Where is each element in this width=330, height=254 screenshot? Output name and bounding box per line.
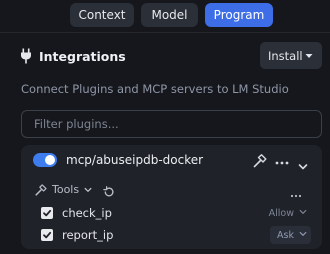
install-label: Install [268,48,303,63]
tool-checkbox[interactable] [41,229,53,241]
plugin-name: mcp/abuseipdb-docker [66,153,204,167]
permission-label: Allow [268,207,294,219]
check-icon [43,231,52,239]
divider [0,32,330,33]
tool-row-report-ip: report_ip Ask [41,226,311,244]
integrations-description: Connect Plugins and MCP servers to LM St… [21,82,289,96]
chevron-down-icon [299,230,307,241]
permission-label: Ask [277,229,294,241]
tab-model[interactable]: Model [141,3,198,27]
more-icon[interactable] [275,154,289,173]
chevron-down-icon [84,186,92,194]
wrench-icon [35,183,47,196]
tool-checkbox[interactable] [41,207,53,219]
tab-context[interactable]: Context [70,3,134,27]
check-icon [43,209,52,217]
integrations-header: Integrations Install [20,41,322,71]
tools-dropdown[interactable]: Tools [35,183,92,196]
chevron-down-icon [304,50,314,64]
chevron-down-icon[interactable] [298,156,308,175]
filter-plugins-input[interactable] [21,110,322,138]
plugin-enable-toggle[interactable] [33,153,57,167]
tool-name: check_ip [62,206,112,220]
tool-name: report_ip [62,228,114,242]
install-dropdown[interactable]: Install [260,42,322,69]
hammer-icon[interactable] [253,153,267,172]
toggle-knob [45,155,55,165]
tool-row-check-ip: check_ip Allow [41,204,311,222]
tools-label: Tools [52,183,80,196]
chevron-down-icon [299,208,307,219]
integrations-title: Integrations [39,48,126,64]
permission-dropdown[interactable]: Allow [262,204,311,222]
refresh-icon[interactable] [103,183,115,202]
plug-icon [20,48,34,64]
more-icon[interactable] [290,185,302,204]
tab-program[interactable]: Program [205,3,273,27]
top-tabs: Context Model Program [70,3,273,27]
permission-dropdown[interactable]: Ask [270,226,311,244]
plugin-card: mcp/abuseipdb-docker Tools check_ip Allo… [21,145,322,249]
